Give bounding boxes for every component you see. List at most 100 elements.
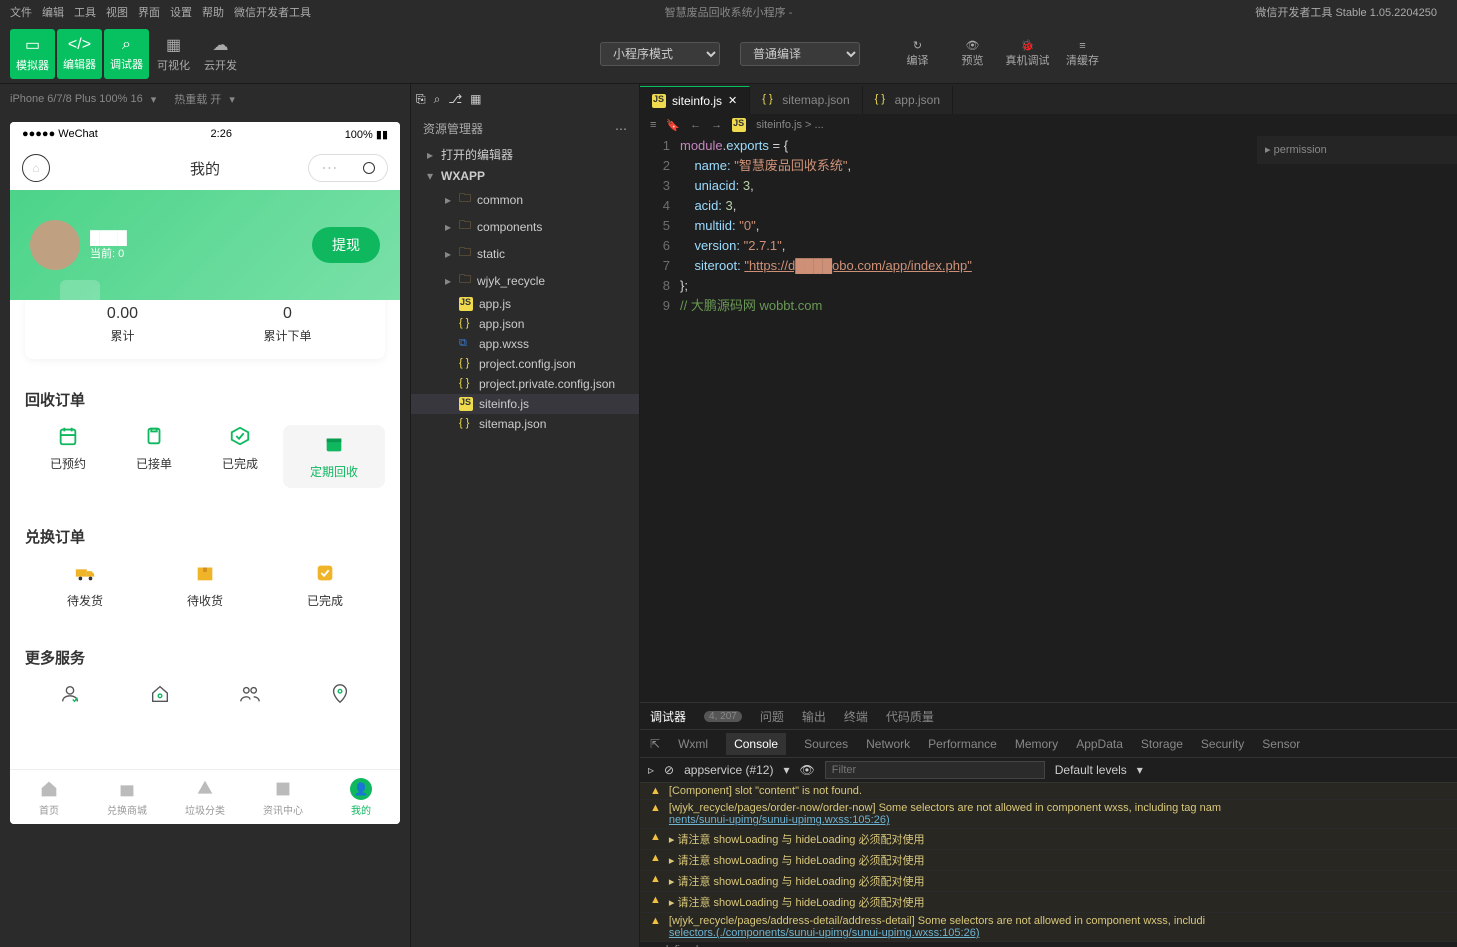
devtools-memory[interactable]: Memory: [1015, 737, 1058, 751]
menu-interface[interactable]: 界面: [138, 4, 160, 20]
tab-sort[interactable]: 垃圾分类: [166, 770, 244, 824]
menu-tools[interactable]: 工具: [74, 4, 96, 20]
recycle-done[interactable]: 已完成: [197, 425, 283, 488]
editor-tabs: JSsiteinfo.js✕ { }sitemap.json { }app.js…: [640, 84, 1457, 114]
preview-button[interactable]: 👁预览: [945, 29, 1000, 79]
tab-news[interactable]: 资讯中心: [244, 770, 322, 824]
explorer-icon[interactable]: ⎘: [416, 92, 426, 107]
service-4[interactable]: [295, 683, 385, 705]
eye-icon[interactable]: 👁: [800, 763, 815, 777]
file-projprivate[interactable]: { }project.private.config.json: [411, 374, 639, 394]
debug-tab-terminal[interactable]: 终端: [844, 708, 868, 725]
devtools-wxml[interactable]: Wxml: [678, 737, 708, 751]
simulator-screen[interactable]: ●●●●● WeChat 2:26 100% ▮▮ ⌂ 我的 ⋯ ████ 当前…: [10, 122, 400, 824]
device-select[interactable]: iPhone 6/7/8 Plus 100% 16: [10, 93, 143, 105]
home-icon[interactable]: ⌂: [22, 154, 50, 182]
recycle-accepted[interactable]: 已接单: [111, 425, 197, 488]
realdebug-button[interactable]: 🐞真机调试: [1000, 29, 1055, 79]
exchange-toreceive[interactable]: 待收货: [145, 562, 265, 609]
filter-input[interactable]: [825, 761, 1045, 779]
tab-appjson[interactable]: { }app.json: [863, 86, 953, 114]
menu-edit[interactable]: 编辑: [42, 4, 64, 20]
capsule[interactable]: ⋯: [308, 154, 388, 182]
play-icon[interactable]: ▹: [648, 763, 654, 777]
compile-select[interactable]: 普通编译: [740, 42, 860, 66]
compile-button[interactable]: ↻编译: [890, 29, 945, 79]
status-battery: 100% ▮▮: [345, 128, 388, 141]
exchange-done[interactable]: 已完成: [265, 562, 385, 609]
devtools-storage[interactable]: Storage: [1141, 737, 1183, 751]
tab-home[interactable]: 首页: [10, 770, 88, 824]
withdraw-button[interactable]: 提现: [312, 227, 380, 263]
code-editor[interactable]: 123456789 module.exports = { name: "智慧废品…: [640, 136, 1457, 702]
devtools-performance[interactable]: Performance: [928, 737, 997, 751]
devtools-appdata[interactable]: AppData: [1076, 737, 1123, 751]
breadcrumb[interactable]: ≡🔖←→ JSsiteinfo.js > ...: [640, 114, 1457, 136]
folder-wjyk[interactable]: ▸🗀wjyk_recycle: [411, 267, 639, 294]
tab-mall[interactable]: 兑换商城: [88, 770, 166, 824]
close-icon[interactable]: ✕: [728, 94, 737, 107]
file-siteinfo[interactable]: JSsiteinfo.js: [411, 394, 639, 414]
hotreload-toggle[interactable]: 热重载 开: [174, 91, 221, 107]
toolbar-debugger[interactable]: ⌕调试器: [104, 29, 149, 79]
user-balance: 当前: 0: [90, 245, 127, 261]
devtools-sources[interactable]: Sources: [804, 737, 848, 751]
context-select[interactable]: appservice (#12): [684, 763, 773, 777]
menu-settings[interactable]: 设置: [170, 4, 192, 20]
menu-wxdevtools[interactable]: 微信开发者工具: [234, 4, 311, 20]
toolbar-cloud[interactable]: ☁云开发: [198, 29, 243, 79]
folder-common[interactable]: ▸🗀common: [411, 186, 639, 213]
search-icon[interactable]: ⌕: [434, 92, 441, 107]
file-sitemap[interactable]: { }sitemap.json: [411, 414, 639, 434]
more-services-title: 更多服务: [25, 647, 385, 668]
tab-mine[interactable]: 👤我的: [322, 770, 400, 824]
devtools-console[interactable]: Console: [726, 733, 786, 755]
clearcache-button[interactable]: ≡清缓存: [1055, 29, 1110, 79]
debug-tab-debugger[interactable]: 调试器: [650, 708, 686, 725]
toolbar: ▭模拟器 </>编辑器 ⌕调试器 ▦可视化 ☁云开发 小程序模式 普通编译 ↻编…: [0, 24, 1457, 84]
toolbar-visualize[interactable]: ▦可视化: [151, 29, 196, 79]
tab-sitemap[interactable]: { }sitemap.json: [750, 86, 862, 114]
menu-view[interactable]: 视图: [106, 4, 128, 20]
menubar: 文件 编辑 工具 视图 界面 设置 帮助 微信开发者工具 智慧废品回收系统小程序…: [0, 0, 1457, 24]
service-2[interactable]: [115, 683, 205, 705]
level-select[interactable]: Default levels: [1055, 763, 1127, 777]
status-carrier: ●●●●● WeChat: [22, 128, 98, 140]
folder-static[interactable]: ▸🗀static: [411, 240, 639, 267]
tab-siteinfo[interactable]: JSsiteinfo.js✕: [640, 86, 750, 114]
file-appjson[interactable]: { }app.json: [411, 314, 639, 334]
activity-bar[interactable]: ⎘ ⌕ ⎇ ▦: [411, 84, 639, 114]
devtools-security[interactable]: Security: [1201, 737, 1244, 751]
ext-icon[interactable]: ▦: [470, 92, 481, 106]
exchange-toship[interactable]: 待发货: [25, 562, 145, 609]
avatar[interactable]: [30, 220, 80, 270]
file-projconfig[interactable]: { }project.config.json: [411, 354, 639, 374]
inspect-icon[interactable]: ⇱: [650, 737, 660, 751]
toolbar-editor[interactable]: </>编辑器: [57, 29, 102, 79]
folder-components[interactable]: ▸🗀components: [411, 213, 639, 240]
service-1[interactable]: [25, 683, 115, 705]
more-icon[interactable]: ⋯: [615, 122, 627, 136]
devtools-network[interactable]: Network: [866, 737, 910, 751]
git-icon[interactable]: ⎇: [448, 92, 462, 106]
toolbar-simulator[interactable]: ▭模拟器: [10, 29, 55, 79]
debug-tab-output[interactable]: 输出: [802, 708, 826, 725]
console-output[interactable]: ▲[Component] slot "content" is not found…: [640, 783, 1457, 947]
mode-select[interactable]: 小程序模式: [600, 42, 720, 66]
file-explorer: ⎘ ⌕ ⎇ ▦ 资源管理器⋯ ▸打开的编辑器 ▾WXAPP ▸🗀common ▸…: [410, 84, 640, 947]
block-icon[interactable]: ⊘: [664, 763, 674, 777]
debug-tab-quality[interactable]: 代码质量: [886, 708, 934, 725]
open-editors-section[interactable]: ▸打开的编辑器: [411, 143, 639, 166]
file-appjs[interactable]: JSapp.js: [411, 294, 639, 314]
file-appwxss[interactable]: ⧉app.wxss: [411, 334, 639, 354]
recycle-reserved[interactable]: 已预约: [25, 425, 111, 488]
devtools-sensor[interactable]: Sensor: [1262, 737, 1300, 751]
menu-help[interactable]: 帮助: [202, 4, 224, 20]
debug-tab-problems[interactable]: 问题: [760, 708, 784, 725]
outline-panel[interactable]: ▸ permission: [1257, 136, 1457, 164]
service-3[interactable]: [205, 683, 295, 705]
recycle-periodic[interactable]: 定期回收: [283, 425, 385, 488]
project-root[interactable]: ▾WXAPP: [411, 166, 639, 186]
simulator-panel: iPhone 6/7/8 Plus 100% 16▾ 热重载 开▾ ●●●●● …: [0, 84, 410, 947]
menu-file[interactable]: 文件: [10, 4, 32, 20]
